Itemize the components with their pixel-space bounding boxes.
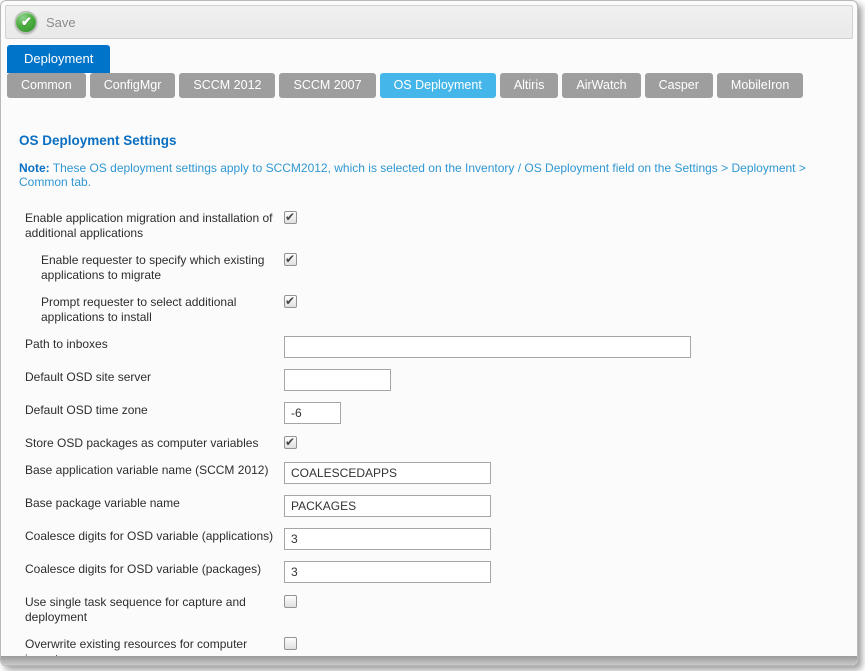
text-input-path-to-inboxes[interactable] bbox=[284, 336, 691, 358]
toolbar: Save bbox=[5, 5, 853, 39]
save-check-icon bbox=[15, 11, 37, 33]
tab-casper[interactable]: Casper bbox=[645, 73, 713, 98]
field-label: Coalesce digits for OSD variable (applic… bbox=[25, 528, 277, 544]
field-control bbox=[284, 495, 857, 517]
note-text: These OS deployment settings apply to SC… bbox=[19, 161, 806, 189]
note-line: Note: These OS deployment settings apply… bbox=[19, 161, 857, 189]
checkbox-use-single-task-sequence-for-capture-and[interactable] bbox=[284, 595, 297, 608]
field-control bbox=[284, 210, 857, 224]
field-control bbox=[284, 636, 857, 650]
field-control bbox=[284, 561, 857, 583]
form-row-enable-requester-to-specify-which-existi: Enable requester to specify which existi… bbox=[19, 252, 857, 283]
settings-window: Save Deployment CommonConfigMgrSCCM 2012… bbox=[0, 0, 858, 666]
field-label: Use single task sequence for capture and… bbox=[25, 594, 277, 625]
text-input-base-package-variable-name[interactable] bbox=[284, 495, 491, 517]
form-row-coalesce-digits-for-osd-variable-applica: Coalesce digits for OSD variable (applic… bbox=[19, 528, 857, 550]
tab-sccm-2012[interactable]: SCCM 2012 bbox=[179, 73, 275, 98]
field-label: Enable requester to specify which existi… bbox=[25, 252, 277, 283]
checkbox-overwrite-existing-resources-for-compute[interactable] bbox=[284, 637, 297, 650]
form-row-default-osd-time-zone: Default OSD time zone bbox=[19, 402, 857, 424]
form-row-base-application-variable-name-sccm-2012: Base application variable name (SCCM 201… bbox=[19, 462, 857, 484]
field-label: Default OSD time zone bbox=[25, 402, 277, 418]
tab-deployment[interactable]: Deployment bbox=[7, 45, 110, 73]
form-row-coalesce-digits-for-osd-variable-package: Coalesce digits for OSD variable (packag… bbox=[19, 561, 857, 583]
field-control bbox=[284, 294, 857, 308]
text-input-default-osd-time-zone[interactable] bbox=[284, 402, 341, 424]
text-input-coalesce-digits-for-osd-variable-package[interactable] bbox=[284, 561, 491, 583]
field-control bbox=[284, 435, 857, 449]
form-row-path-to-inboxes: Path to inboxes bbox=[19, 336, 857, 358]
text-input-coalesce-digits-for-osd-variable-applica[interactable] bbox=[284, 528, 491, 550]
form-row-use-single-task-sequence-for-capture-and: Use single task sequence for capture and… bbox=[19, 594, 857, 625]
tab-altiris[interactable]: Altiris bbox=[500, 73, 559, 98]
field-control bbox=[284, 252, 857, 266]
settings-form: Enable application migration and install… bbox=[19, 210, 857, 666]
tab-sccm-2007[interactable]: SCCM 2007 bbox=[279, 73, 375, 98]
form-row-prompt-requester-to-select-additional-ap: Prompt requester to select additional ap… bbox=[19, 294, 857, 325]
note-label: Note: bbox=[19, 161, 50, 175]
field-label: Default OSD site server bbox=[25, 369, 277, 385]
save-button[interactable]: Save bbox=[15, 11, 76, 33]
field-label: Coalesce digits for OSD variable (packag… bbox=[25, 561, 277, 577]
field-control bbox=[284, 462, 857, 484]
tab-os-deployment[interactable]: OS Deployment bbox=[380, 73, 496, 98]
field-label: Path to inboxes bbox=[25, 336, 277, 352]
form-row-enable-application-migration-and-install: Enable application migration and install… bbox=[19, 210, 857, 241]
field-control bbox=[284, 336, 857, 358]
form-row-base-package-variable-name: Base package variable name bbox=[19, 495, 857, 517]
field-control bbox=[284, 402, 857, 424]
content-area: OS Deployment Settings Note: These OS de… bbox=[1, 133, 857, 666]
field-label: Base package variable name bbox=[25, 495, 277, 511]
field-control bbox=[284, 528, 857, 550]
text-input-default-osd-site-server[interactable] bbox=[284, 369, 391, 391]
tab-configmgr[interactable]: ConfigMgr bbox=[90, 73, 176, 98]
page-title: OS Deployment Settings bbox=[19, 133, 857, 148]
tab-mobileiron[interactable]: MobileIron bbox=[717, 73, 803, 98]
sub-tabs: CommonConfigMgrSCCM 2012SCCM 2007OS Depl… bbox=[7, 73, 857, 98]
window-bottom-edge bbox=[1, 656, 857, 665]
field-control bbox=[284, 369, 857, 391]
tab-common[interactable]: Common bbox=[7, 73, 86, 98]
save-button-label: Save bbox=[46, 15, 76, 30]
checkbox-enable-requester-to-specify-which-existi[interactable] bbox=[284, 253, 297, 266]
field-label: Store OSD packages as computer variables bbox=[25, 435, 277, 451]
checkbox-store-osd-packages-as-computer-variables[interactable] bbox=[284, 436, 297, 449]
field-label: Prompt requester to select additional ap… bbox=[25, 294, 277, 325]
text-input-base-application-variable-name-sccm-2012[interactable] bbox=[284, 462, 491, 484]
checkbox-prompt-requester-to-select-additional-ap[interactable] bbox=[284, 295, 297, 308]
form-row-default-osd-site-server: Default OSD site server bbox=[19, 369, 857, 391]
field-control bbox=[284, 594, 857, 608]
form-row-store-osd-packages-as-computer-variables: Store OSD packages as computer variables bbox=[19, 435, 857, 451]
field-label: Enable application migration and install… bbox=[25, 210, 277, 241]
checkbox-enable-application-migration-and-install[interactable] bbox=[284, 211, 297, 224]
tab-airwatch[interactable]: AirWatch bbox=[562, 73, 640, 98]
field-label: Base application variable name (SCCM 201… bbox=[25, 462, 277, 478]
